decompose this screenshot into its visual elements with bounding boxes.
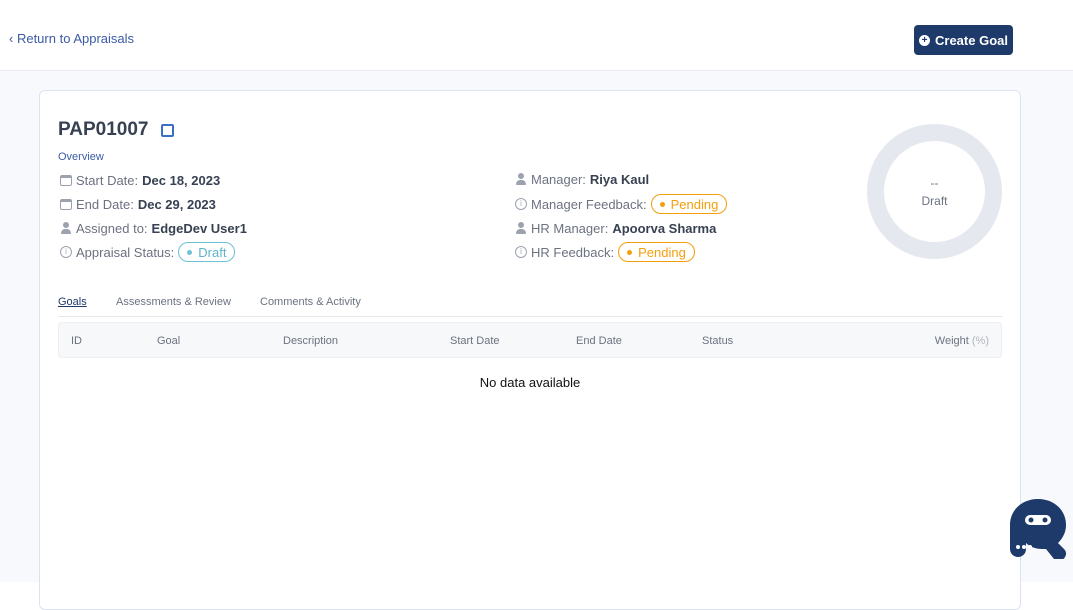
status-donut: -- Draft bbox=[867, 124, 1002, 259]
chatbot-mascot-icon[interactable] bbox=[1008, 497, 1068, 559]
manager-row: Manager: Riya Kaul bbox=[515, 169, 649, 189]
info-icon: i bbox=[60, 246, 72, 258]
hr-manager-row: HR Manager: Apoorva Sharma bbox=[515, 218, 716, 238]
col-start-date: Start Date bbox=[450, 335, 500, 347]
col-id: ID bbox=[71, 335, 82, 347]
chevron-left-icon: ‹ bbox=[9, 31, 17, 46]
hr-manager-value: Apoorva Sharma bbox=[612, 220, 717, 236]
hr-feedback-badge: Pending bbox=[618, 242, 695, 262]
table-header: ID Goal Description Start Date End Date … bbox=[58, 322, 1002, 358]
appraisal-id: PAP01007 bbox=[58, 119, 149, 140]
user-icon bbox=[515, 173, 527, 185]
info-icon: i bbox=[515, 246, 527, 258]
status-text: Draft bbox=[198, 244, 227, 260]
label: Manager: bbox=[531, 171, 586, 187]
weight-unit: (%) bbox=[971, 335, 989, 347]
top-bar: ‹ Return to Appraisals + Create Goal bbox=[0, 0, 1073, 71]
manager-feedback-row: i Manager Feedback: Pending bbox=[515, 194, 728, 214]
assigned-value: EdgeDev User1 bbox=[151, 220, 247, 236]
col-status: Status bbox=[702, 335, 734, 347]
back-label: Return to Appraisals bbox=[16, 31, 135, 46]
start-date-value: Dec 18, 2023 bbox=[142, 172, 221, 188]
status-row: i Appraisal Status: Draft bbox=[60, 242, 236, 262]
start-date-row: Start Date: Dec 18, 2023 bbox=[60, 170, 220, 190]
label: Appraisal Status: bbox=[76, 244, 175, 260]
end-date-row: End Date: Dec 29, 2023 bbox=[60, 194, 216, 214]
badge-text: Pending bbox=[638, 244, 686, 260]
edit-icon[interactable] bbox=[160, 123, 174, 137]
donut-label: Draft bbox=[921, 193, 948, 208]
create-goal-label: Create Goal bbox=[935, 32, 1008, 48]
label: Assigned to: bbox=[76, 220, 148, 236]
label: End Date: bbox=[76, 196, 134, 212]
user-icon bbox=[60, 222, 72, 234]
label: HR Feedback: bbox=[531, 244, 615, 260]
page-title: PAP01007 bbox=[58, 119, 174, 141]
label: HR Manager: bbox=[531, 220, 609, 236]
overview-label: Overview bbox=[58, 151, 104, 163]
appraisal-card: PAP01007 Overview Start Date: Dec 18, 202… bbox=[39, 90, 1021, 610]
calendar-icon bbox=[60, 198, 72, 210]
status-badge: Draft bbox=[178, 242, 236, 262]
col-goal: Goal bbox=[157, 335, 181, 347]
tab-bar: Goals Assessments & Review Comments & Ac… bbox=[58, 296, 1002, 317]
manager-feedback-badge: Pending bbox=[650, 194, 728, 214]
donut-value: -- bbox=[930, 175, 939, 190]
tab-comments-activity[interactable]: Comments & Activity bbox=[260, 296, 361, 308]
info-icon: i bbox=[515, 198, 527, 210]
hr-feedback-row: i HR Feedback: Pending bbox=[515, 242, 695, 262]
label: Manager Feedback: bbox=[531, 196, 647, 212]
tab-goals[interactable]: Goals bbox=[58, 296, 87, 308]
end-date-value: Dec 29, 2023 bbox=[137, 196, 216, 212]
assigned-row: Assigned to: EdgeDev User1 bbox=[60, 218, 247, 238]
return-to-appraisals-link[interactable]: ‹ Return to Appraisals bbox=[9, 31, 134, 46]
tab-assessments-review[interactable]: Assessments & Review bbox=[116, 296, 231, 308]
empty-state: No data available bbox=[479, 375, 581, 390]
badge-text: Pending bbox=[670, 196, 719, 212]
weight-label: Weight bbox=[934, 335, 969, 347]
create-goal-button[interactable]: + Create Goal bbox=[914, 25, 1013, 55]
col-description: Description bbox=[283, 335, 339, 347]
label: Start Date: bbox=[76, 172, 139, 188]
col-weight: Weight (%) bbox=[935, 335, 989, 347]
plus-circle-icon: + bbox=[919, 34, 930, 46]
col-end-date: End Date bbox=[576, 335, 622, 347]
user-icon bbox=[515, 222, 527, 234]
manager-value: Riya Kaul bbox=[589, 171, 650, 187]
calendar-icon bbox=[60, 174, 72, 186]
